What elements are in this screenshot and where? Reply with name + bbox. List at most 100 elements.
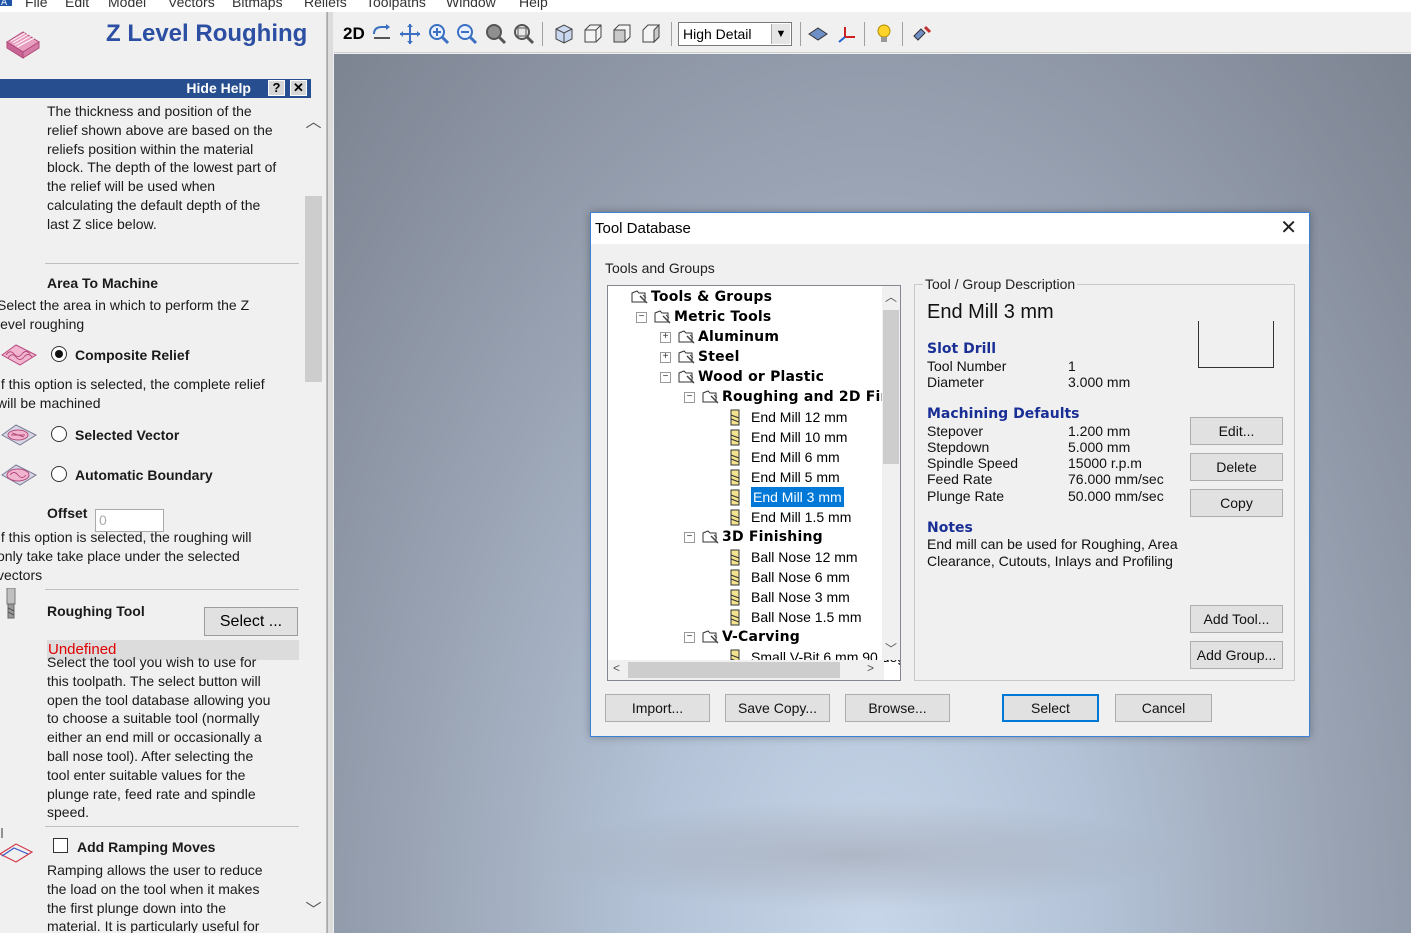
- tree-tool-item[interactable]: End Mill 10 mm: [608, 427, 884, 447]
- tree-hscrollbar[interactable]: < >: [608, 660, 884, 680]
- collapse-icon[interactable]: −: [684, 392, 695, 403]
- lightbulb-icon[interactable]: [872, 22, 896, 46]
- folder-tools-icon: [678, 370, 695, 384]
- collapse-icon[interactable]: −: [660, 372, 671, 383]
- tree-tool-item[interactable]: Ball Nose 6 mm: [608, 567, 884, 587]
- menu-help[interactable]: Help: [519, 0, 548, 12]
- axis-icon[interactable]: [835, 22, 859, 46]
- tree-vscroll-thumb[interactable]: [883, 310, 899, 464]
- menu-reliefs[interactable]: Reliefs: [304, 0, 347, 12]
- tree-tool-item[interactable]: End Mill 3 mm: [608, 487, 884, 507]
- selected-vector-label[interactable]: Selected Vector: [75, 426, 179, 445]
- tool-name: End Mill 3 mm: [927, 301, 1054, 323]
- tree-tool-item[interactable]: End Mill 12 mm: [608, 407, 884, 427]
- panel-scroll-thumb[interactable]: [305, 196, 322, 382]
- menu-edit[interactable]: Edit: [65, 0, 89, 12]
- ramping-label[interactable]: Add Ramping Moves: [77, 838, 215, 857]
- panel-splitter[interactable]: [327, 12, 333, 933]
- iso-view-icon[interactable]: [552, 22, 576, 46]
- menu-vectors[interactable]: Vectors: [168, 0, 215, 12]
- tree-scroll-down-icon[interactable]: ﹀: [885, 640, 897, 657]
- tree-hscroll-thumb[interactable]: [628, 662, 840, 678]
- menu-file[interactable]: File: [25, 0, 48, 12]
- collapse-icon[interactable]: −: [684, 632, 695, 643]
- scroll-down-icon[interactable]: ﹀: [304, 896, 323, 919]
- tree-group-item[interactable]: − 3D Finishing: [608, 527, 884, 547]
- tree-group-item[interactable]: − Metric Tools: [608, 307, 884, 327]
- cancel-button[interactable]: Cancel: [1115, 694, 1212, 722]
- expand-icon[interactable]: +: [660, 332, 671, 343]
- tool-settings-icon[interactable]: [910, 22, 934, 46]
- menu-window[interactable]: Window: [446, 0, 496, 12]
- tree-group-item[interactable]: − V-Carving: [608, 627, 884, 647]
- menu-bitmaps[interactable]: Bitmaps: [232, 0, 283, 12]
- browse-button[interactable]: Browse...: [845, 694, 950, 722]
- folder-tools-icon: [678, 350, 695, 364]
- composite-relief-label[interactable]: Composite Relief: [75, 346, 189, 365]
- menu-bar: A File Edit Model Vectors Bitmaps Relief…: [0, 0, 1411, 12]
- side-view-icon[interactable]: [639, 22, 663, 46]
- menu-toolpaths[interactable]: Toolpaths: [366, 0, 426, 12]
- menu-model[interactable]: Model: [108, 0, 146, 12]
- tree-tool-item[interactable]: End Mill 6 mm: [608, 447, 884, 467]
- automatic-boundary-radio[interactable]: [51, 466, 67, 482]
- collapse-icon[interactable]: −: [684, 532, 695, 543]
- tree-group-item[interactable]: − Roughing and 2D Finishi: [608, 387, 900, 407]
- delete-button[interactable]: Delete: [1190, 453, 1283, 481]
- tree-tool-item[interactable]: End Mill 5 mm: [608, 467, 884, 487]
- tree-vscrollbar[interactable]: ︿ ﹀: [882, 286, 900, 660]
- material-plane-icon[interactable]: [806, 22, 830, 46]
- add-tool-button[interactable]: Add Tool...: [1190, 605, 1283, 633]
- top-view-icon[interactable]: [581, 22, 605, 46]
- zoom-fit-icon[interactable]: [484, 22, 508, 46]
- tree-tool-item[interactable]: Ball Nose 3 mm: [608, 587, 884, 607]
- save-copy-button[interactable]: Save Copy...: [725, 694, 830, 722]
- tree-scroll-left-icon[interactable]: <: [613, 661, 620, 675]
- select-tool-button[interactable]: Select ...: [204, 607, 298, 636]
- pan-icon[interactable]: [398, 22, 422, 46]
- hide-help-link[interactable]: Hide Help: [186, 80, 251, 96]
- 2d-view-button[interactable]: 2D: [343, 24, 365, 44]
- tree-tool-item[interactable]: Ball Nose 12 mm: [608, 547, 884, 567]
- tool-tree[interactable]: Small V-Bit 6 mm 90 degre − V-Carving Ball …: [607, 285, 901, 681]
- tree-scroll-up-icon[interactable]: ︿: [885, 288, 897, 305]
- front-view-icon[interactable]: [610, 22, 634, 46]
- tree-group-item[interactable]: − Wood or Plastic: [608, 367, 884, 387]
- import-button[interactable]: Import...: [605, 694, 710, 722]
- tree-scroll-right-icon[interactable]: >: [867, 661, 874, 675]
- tree-group-item[interactable]: Tools & Groups: [608, 287, 884, 307]
- composite-relief-radio[interactable]: [51, 346, 67, 362]
- zoom-out-icon[interactable]: [455, 22, 479, 46]
- selected-vector-radio[interactable]: [51, 426, 67, 442]
- rotate-icon[interactable]: [370, 22, 394, 46]
- close-icon[interactable]: ✕: [1280, 218, 1297, 238]
- tree-group-item[interactable]: + Aluminum: [608, 327, 884, 347]
- svg-text:A: A: [1, 0, 8, 8]
- folder-tools-icon: [702, 530, 719, 544]
- panel-scrollbar[interactable]: ︿ ﹀: [304, 100, 323, 933]
- automatic-boundary-label[interactable]: Automatic Boundary: [75, 466, 213, 485]
- tree-tool-item[interactable]: End Mill 1.5 mm: [608, 507, 884, 527]
- expand-icon[interactable]: +: [660, 352, 671, 363]
- close-help-icon[interactable]: ✕: [290, 80, 307, 96]
- tree-tool-item[interactable]: Ball Nose 1.5 mm: [608, 607, 884, 627]
- zoom-area-icon[interactable]: [512, 22, 536, 46]
- tree-item-label: Aluminum: [698, 329, 780, 345]
- tree-item-label: End Mill 3 mm: [751, 487, 844, 507]
- dialog-titlebar[interactable]: Tool Database ✕: [591, 213, 1309, 244]
- render-detail-select[interactable]: High Detail ▼: [678, 22, 792, 46]
- scroll-up-icon[interactable]: ︿: [304, 108, 323, 131]
- notes-line: End mill can be used for Roughing, Area: [927, 536, 1178, 552]
- add-group-button[interactable]: Add Group...: [1190, 641, 1283, 669]
- help-question-icon[interactable]: ?: [268, 80, 285, 96]
- stepdown-value: 5.000 mm: [1068, 439, 1131, 455]
- copy-button[interactable]: Copy: [1190, 489, 1283, 517]
- zoom-in-icon[interactable]: [427, 22, 451, 46]
- edit-button[interactable]: Edit...: [1190, 417, 1283, 445]
- ramping-checkbox[interactable]: [53, 838, 68, 853]
- chevron-down-icon[interactable]: ▼: [771, 24, 790, 44]
- end-mill-icon: [730, 409, 740, 426]
- collapse-icon[interactable]: −: [636, 312, 647, 323]
- select-button[interactable]: Select: [1002, 694, 1099, 722]
- tree-group-item[interactable]: + Steel: [608, 347, 884, 367]
